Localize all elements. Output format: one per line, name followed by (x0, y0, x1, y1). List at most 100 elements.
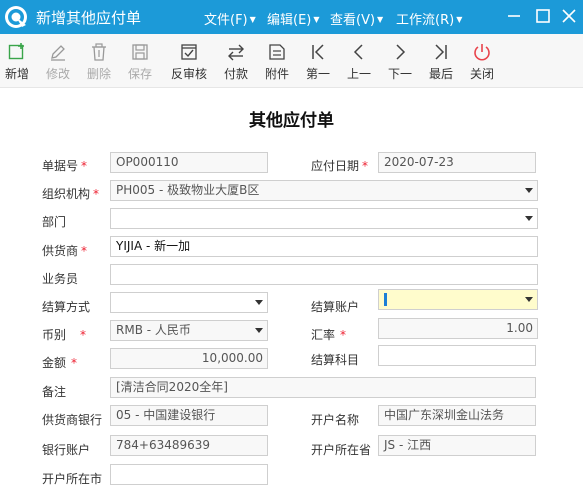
settle-subject-field[interactable] (378, 345, 536, 366)
chevron-down-icon[interactable] (525, 297, 533, 302)
chevron-down-icon: ▼ (313, 15, 320, 24)
trash-icon (92, 43, 106, 61)
minimize-icon[interactable] (504, 6, 524, 26)
edit-button-label: 修改 (45, 67, 70, 81)
supplier-bank-field[interactable]: 05 - 中国建设银行 (110, 405, 268, 426)
required-mark: * (81, 159, 88, 173)
form-title: 其他应付单 (249, 111, 334, 131)
window-title: 新增其他应付单 (36, 9, 142, 27)
first-button[interactable]: 第一 (298, 38, 338, 86)
unapprove-button[interactable]: 反审核 (168, 38, 210, 86)
currency-select[interactable]: RMB - 人民币 (110, 320, 268, 341)
pay-date-field[interactable]: 2020-07-23 (378, 152, 536, 173)
maximize-icon[interactable] (533, 6, 553, 26)
delete-button[interactable]: 删除 (79, 38, 119, 86)
save-icon (132, 44, 148, 60)
dept-select[interactable] (110, 208, 538, 229)
required-mark: * (93, 187, 100, 201)
chevron-down-icon[interactable] (525, 216, 533, 221)
close-button[interactable]: 关闭 (462, 38, 502, 86)
last-button[interactable]: 最后 (421, 38, 461, 86)
amount-field[interactable]: 10,000.00 (110, 348, 268, 369)
edit-button[interactable]: 修改 (38, 38, 78, 86)
add-button-label: 新增 (4, 67, 29, 81)
menu-edit[interactable]: 编辑(E) ▼ (267, 9, 320, 28)
menu-file[interactable]: 文件(F) ▼ (204, 9, 256, 28)
menu-workflow[interactable]: 工作流(R) ▼ (396, 9, 462, 28)
attachment-button[interactable]: 附件 (257, 38, 297, 86)
bank-account-label: 银行账户 (42, 443, 91, 457)
bill-no-label: 单据号 * (42, 157, 87, 174)
edit-icon (51, 45, 65, 61)
menu-file-label: 文件(F) (204, 13, 248, 28)
supplier-field[interactable]: YIJIA - 新一加 (110, 236, 538, 257)
salesman-label: 业务员 (42, 272, 79, 286)
save-button-label: 保存 (127, 67, 152, 81)
org-select-value: PH005 - 极致物业大厦B区 (116, 183, 260, 197)
power-icon (474, 44, 490, 61)
account-name-field[interactable]: 中国广东深圳金山法务 (378, 405, 536, 426)
text-cursor (384, 293, 387, 306)
bank-city-field[interactable] (110, 464, 268, 485)
bank-province-field[interactable]: JS - 江西 (378, 435, 536, 456)
close-button-label: 关闭 (469, 67, 494, 81)
unapprove-icon (181, 44, 197, 60)
pay-date-label-text: 应付日期 (311, 159, 360, 173)
attachment-icon (269, 44, 285, 60)
required-mark: * (340, 328, 347, 342)
delete-button-label: 删除 (86, 67, 111, 81)
menu-view[interactable]: 查看(V) ▼ (330, 9, 383, 28)
prev-button[interactable]: 上一 (339, 38, 379, 86)
menu-workflow-label: 工作流(R) (396, 13, 455, 28)
settle-method-label: 结算方式 (42, 300, 91, 314)
chevron-down-icon[interactable] (255, 300, 263, 305)
settle-account-select[interactable] (378, 289, 538, 310)
chevron-down-icon[interactable] (255, 328, 263, 333)
title-bar: 新增其他应付单 文件(F) ▼ 编辑(E) ▼ 查看(V) ▼ 工作流(R) ▼ (0, 0, 583, 34)
supplier-label-text: 供货商 (42, 244, 79, 258)
first-button-label: 第一 (305, 67, 330, 81)
bank-account-field[interactable]: 784+63489639 (110, 435, 268, 456)
settle-method-select[interactable] (110, 292, 268, 313)
currency-label: 币别 * (42, 326, 86, 343)
rate-label-text: 汇率 (311, 328, 336, 342)
amount-label: 金额 * (42, 354, 77, 371)
required-mark: * (362, 159, 369, 173)
next-button[interactable]: 下一 (380, 38, 420, 86)
next-button-label: 下一 (387, 67, 412, 81)
required-mark: * (81, 244, 88, 258)
prev-button-label: 上一 (346, 67, 371, 81)
pay-date-label: 应付日期 * (311, 157, 368, 174)
required-mark: * (71, 356, 78, 370)
chevron-down-icon[interactable] (525, 188, 533, 193)
bill-no-field[interactable]: OP000110 (110, 152, 268, 173)
currency-value: RMB - 人民币 (116, 323, 191, 337)
add-icon (8, 43, 24, 60)
transfer-icon (228, 44, 244, 61)
supplier-bank-label: 供货商银行 (42, 413, 103, 427)
settle-account-label: 结算账户 (311, 300, 360, 314)
chevron-down-icon: ▼ (456, 15, 463, 24)
next-icon (396, 44, 406, 60)
close-icon[interactable] (559, 6, 579, 26)
chevron-down-icon: ▼ (377, 15, 384, 24)
unapprove-button-label: 反审核 (170, 67, 207, 81)
prev-icon (353, 44, 363, 60)
amount-label-text: 金额 (42, 356, 67, 370)
payment-button[interactable]: 付款 (216, 38, 256, 86)
org-select[interactable]: PH005 - 极致物业大厦B区 (110, 180, 538, 201)
toolbar: 新增 修改 删除 保存 反审核 付款 附件 第一 上一 下一 最后 关闭 (0, 34, 583, 88)
bank-province-label: 开户所在省 (311, 443, 372, 457)
org-label-text: 组织机构 (42, 187, 91, 201)
menu-edit-label: 编辑(E) (267, 13, 312, 28)
remark-field[interactable]: [清洁合同2020全年] (110, 377, 536, 398)
required-mark: * (80, 328, 87, 342)
rate-field[interactable]: 1.00 (378, 318, 538, 339)
salesman-field[interactable] (110, 264, 538, 285)
save-button[interactable]: 保存 (120, 38, 160, 86)
bill-no-label-text: 单据号 (42, 159, 79, 173)
add-button[interactable]: 新增 (0, 38, 37, 86)
last-icon (435, 44, 447, 60)
account-name-label: 开户名称 (311, 413, 360, 427)
attachment-button-label: 附件 (264, 67, 289, 81)
